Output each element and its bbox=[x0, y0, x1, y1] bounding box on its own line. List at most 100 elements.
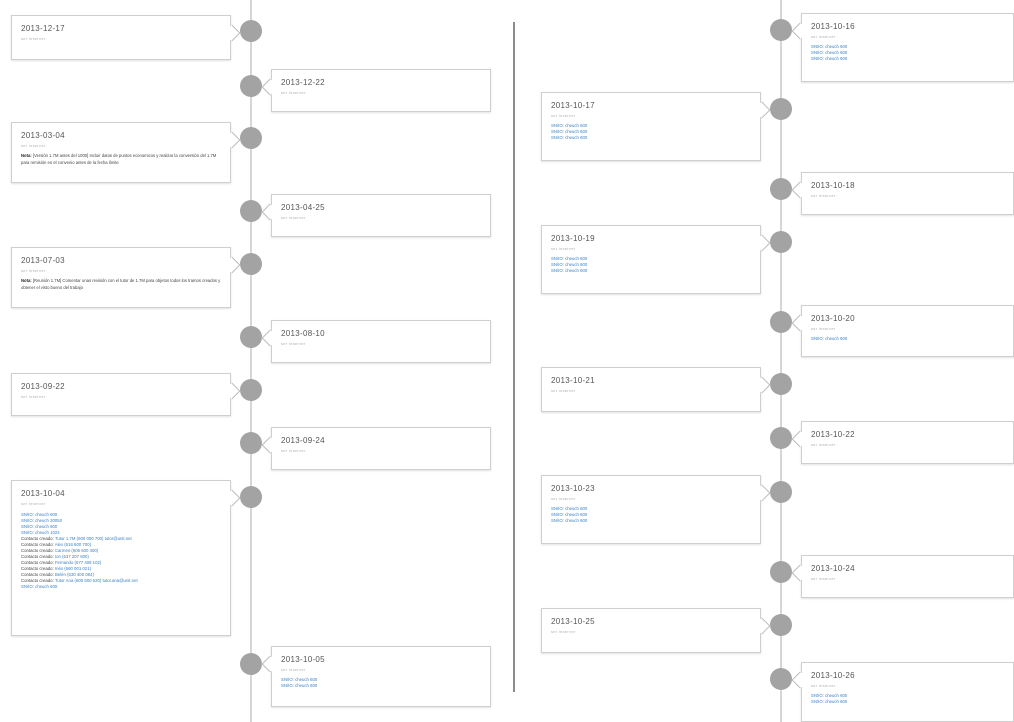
entry-link[interactable]: SN/IO: cheuch 600 bbox=[281, 683, 481, 689]
contact-link[interactable]: Belén (630 400 084) bbox=[55, 572, 94, 577]
entry-date: 2013-10-19 bbox=[551, 234, 595, 243]
entry-subtitle: ser inserver bbox=[551, 113, 576, 118]
entry-subtitle: ser inserver bbox=[811, 576, 836, 581]
contact-label: Contacto creado: bbox=[21, 572, 54, 577]
contact-link[interactable]: Tutor 1.7M (600 000 700) tutor@unit.net bbox=[55, 536, 132, 541]
timeline-dot bbox=[240, 200, 262, 222]
entry-date: 2013-08-10 bbox=[281, 329, 325, 338]
timeline-entry[interactable]: 2013-12-22 ser inserver bbox=[271, 69, 491, 112]
contact-link[interactable]: Fernando (677 408 102) bbox=[55, 560, 101, 565]
timeline-entry[interactable]: 2013-10-05 ser inserver SN/IO: cheuch 60… bbox=[271, 646, 491, 707]
timeline-dot bbox=[240, 379, 262, 401]
entry-subtitle: ser inserver bbox=[21, 501, 46, 506]
contact-link[interactable]: Ion (637 207 600) bbox=[55, 554, 89, 559]
entry-subtitle: ser inserver bbox=[21, 143, 46, 148]
entry-date: 2013-10-26 bbox=[811, 671, 855, 680]
timeline-entry[interactable]: 2013-10-19 ser inserver SN/IO: cheuch 60… bbox=[541, 225, 761, 294]
contact-label: Contacto creado: bbox=[21, 536, 54, 541]
contact-label: Contacto creado: bbox=[21, 554, 54, 559]
entry-subtitle: ser inserver bbox=[811, 442, 836, 447]
note-label: Nota: bbox=[21, 278, 32, 283]
timeline-entry[interactable]: 2013-10-18 ser inserver bbox=[801, 172, 1014, 215]
column-divider bbox=[513, 22, 515, 692]
entry-date: 2013-10-23 bbox=[551, 484, 595, 493]
timeline-dot bbox=[240, 486, 262, 508]
entry-date: 2013-10-21 bbox=[551, 376, 595, 385]
entry-subtitle: ser inserver bbox=[811, 193, 836, 198]
note-text: [Versión 1.7M antes del 1000] Incluir da… bbox=[21, 153, 217, 165]
entry-date: 2013-10-24 bbox=[811, 564, 855, 573]
entry-link[interactable]: SN/IO: cheuch 600 bbox=[551, 268, 751, 274]
entry-subtitle: ser inserver bbox=[551, 246, 576, 251]
entry-date: 2013-12-22 bbox=[281, 78, 325, 87]
entry-subtitle: ser inserver bbox=[811, 34, 836, 39]
timeline-axis-left bbox=[250, 0, 252, 722]
contact-link[interactable]: Carmen (606 600 400) bbox=[55, 548, 98, 553]
timeline-dot bbox=[770, 98, 792, 120]
entry-date: 2013-10-16 bbox=[811, 22, 855, 31]
entry-subtitle: ser inserver bbox=[21, 268, 46, 273]
timeline-dot bbox=[770, 311, 792, 333]
timeline-entry[interactable]: 2013-03-04 ser inserver Nota: [Versión 1… bbox=[11, 122, 231, 183]
entry-date: 2013-10-04 bbox=[21, 489, 65, 498]
entry-date: 2013-09-22 bbox=[21, 382, 65, 391]
entry-subtitle: ser inserver bbox=[811, 326, 836, 331]
timeline-dot bbox=[770, 427, 792, 449]
timeline-dot bbox=[770, 373, 792, 395]
note-text: [Reunión 1.7M] Comentar unas revisión co… bbox=[21, 278, 221, 290]
timeline-entry[interactable]: 2013-12-17 ser inserver bbox=[11, 15, 231, 60]
timeline-dot bbox=[240, 653, 262, 675]
timeline-entry[interactable]: 2013-10-26 ser inserver SN/IO: cheuch 60… bbox=[801, 662, 1014, 722]
entry-link[interactable]: SN/IO: cheuch 600 bbox=[21, 584, 221, 590]
timeline-entry[interactable]: 2013-04-25 ser inserver bbox=[271, 194, 491, 237]
timeline-entry[interactable]: 2013-10-17 ser inserver SN/IO: cheuch 60… bbox=[541, 92, 761, 161]
entry-link[interactable]: SN/IO: cheuch 600 bbox=[551, 518, 751, 524]
timeline-entry[interactable]: 2013-10-22 ser inserver bbox=[801, 421, 1014, 464]
timeline-dot bbox=[240, 75, 262, 97]
entry-subtitle: ser inserver bbox=[281, 448, 306, 453]
entry-date: 2013-04-25 bbox=[281, 203, 325, 212]
entry-date: 2013-10-22 bbox=[811, 430, 855, 439]
entry-link[interactable]: SN/IO: cheuch 600 bbox=[811, 56, 1004, 62]
entry-subtitle: ser inserver bbox=[811, 683, 836, 688]
contact-label: Contacto creado: bbox=[21, 578, 54, 583]
contact-link[interactable]: Alex (616 600 700) bbox=[55, 542, 91, 547]
entry-subtitle: ser inserver bbox=[281, 341, 306, 346]
timeline-entry[interactable]: 2013-10-20 ser inserver SN/IO: cheuch 60… bbox=[801, 305, 1014, 357]
timeline-entry[interactable]: 2013-08-10 ser inserver bbox=[271, 320, 491, 363]
timeline-entry[interactable]: 2013-10-23 ser inserver SN/IO: cheuch 60… bbox=[541, 475, 761, 544]
entry-link[interactable]: SN/IO: cheuch 600 bbox=[811, 336, 1004, 342]
timeline-entry[interactable]: 2013-09-22 ser inserver bbox=[11, 373, 231, 416]
timeline-entry[interactable]: 2013-07-03 ser inserver Nota: [Reunión 1… bbox=[11, 247, 231, 308]
entry-link[interactable]: SN/IO: cheuch 600 bbox=[811, 699, 1004, 705]
entry-subtitle: ser inserver bbox=[281, 90, 306, 95]
timeline-entry[interactable]: 2013-09-24 ser inserver bbox=[271, 427, 491, 470]
contact-link[interactable]: Tutor Ana (600 600 620) tutor.ana@unit.n… bbox=[55, 578, 138, 583]
contact-link[interactable]: Inés (660 001 021) bbox=[55, 566, 91, 571]
entry-date: 2013-10-25 bbox=[551, 617, 595, 626]
contact-label: Contacto creado: bbox=[21, 542, 54, 547]
contact-label: Contacto creado: bbox=[21, 560, 54, 565]
timeline-entry[interactable]: 2013-10-04 ser inserver SN/IO: cheuch 60… bbox=[11, 480, 231, 636]
timeline-dot bbox=[240, 432, 262, 454]
timeline-dot bbox=[770, 614, 792, 636]
entry-date: 2013-10-17 bbox=[551, 101, 595, 110]
timeline-entry[interactable]: 2013-10-24 ser inserver bbox=[801, 555, 1014, 598]
note-label: Nota: bbox=[21, 153, 32, 158]
timeline-dot bbox=[770, 481, 792, 503]
timeline-dot bbox=[240, 326, 262, 348]
entry-date: 2013-07-03 bbox=[21, 256, 65, 265]
entry-link[interactable]: SN/IO: cheuch 600 bbox=[551, 135, 751, 141]
timeline-entry[interactable]: 2013-10-25 ser inserver bbox=[541, 608, 761, 653]
timeline-dot bbox=[240, 20, 262, 42]
timeline-dot bbox=[240, 127, 262, 149]
entry-date: 2013-10-20 bbox=[811, 314, 855, 323]
entry-date: 2013-10-18 bbox=[811, 181, 855, 190]
entry-subtitle: ser inserver bbox=[281, 667, 306, 672]
entry-date: 2013-10-05 bbox=[281, 655, 325, 664]
timeline-entry[interactable]: 2013-10-16 ser inserver SN/IO: cheuch 60… bbox=[801, 13, 1014, 82]
entry-subtitle: ser inserver bbox=[551, 496, 576, 501]
timeline-dot bbox=[770, 178, 792, 200]
timeline-dot bbox=[770, 19, 792, 41]
timeline-entry[interactable]: 2013-10-21 ser inserver bbox=[541, 367, 761, 412]
